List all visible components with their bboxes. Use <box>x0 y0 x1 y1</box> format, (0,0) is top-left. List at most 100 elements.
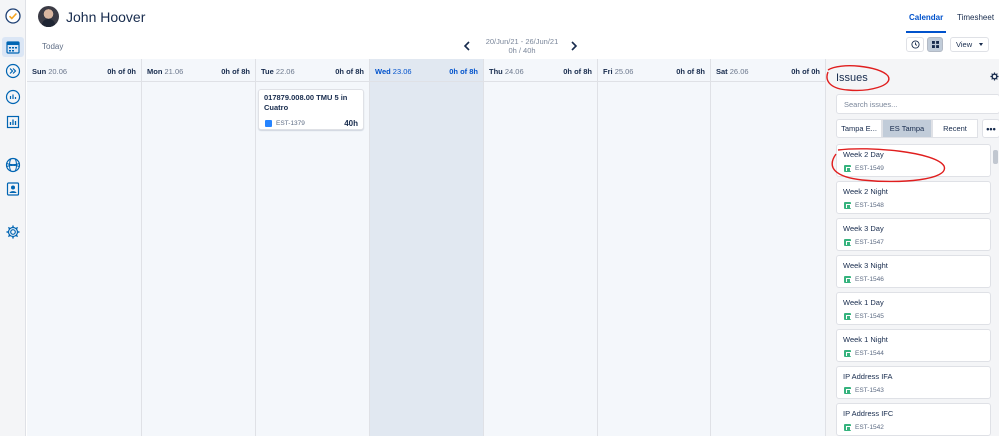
issue-key: EST-1545 <box>855 313 884 320</box>
view-dropdown-label: View <box>956 40 973 49</box>
today-button[interactable]: Today <box>42 42 63 51</box>
clock-icon <box>910 40 920 49</box>
day-name: Tue <box>261 67 274 76</box>
issue-title: IP Address IFC <box>843 409 894 418</box>
day-name: Thu <box>489 67 503 76</box>
bar-chart-icon[interactable] <box>5 114 21 130</box>
day-name: Mon <box>147 67 163 76</box>
day-column-sun[interactable]: Sun 20.06 0h of 0h <box>27 59 142 436</box>
left-rail <box>0 0 26 436</box>
day-header: Thu 24.06 0h of 8h <box>484 59 597 82</box>
date-range-hours: 0h / 40h <box>508 46 536 55</box>
day-column-fri[interactable]: Fri 25.06 0h of 8h <box>598 59 711 436</box>
worklog-issue-key: EST-1379 <box>276 120 305 127</box>
calendar-icon[interactable] <box>2 37 24 57</box>
issue-key: EST-1546 <box>855 276 884 283</box>
worklog-hours: 40h <box>344 119 358 128</box>
chevron-left-icon <box>463 41 470 51</box>
settings-gear-icon[interactable] <box>990 72 999 81</box>
filter-tab-es-tampa[interactable]: ES Tampa <box>882 119 932 138</box>
active-tab-indicator <box>906 31 946 33</box>
day-hours: 0h of 8h <box>449 67 478 76</box>
day-hours: 0h of 0h <box>107 67 136 76</box>
issue-key: EST-1544 <box>855 350 884 357</box>
chevron-down-icon <box>979 43 983 46</box>
story-icon <box>844 424 851 431</box>
forward-icon[interactable] <box>5 63 21 79</box>
filter-tab-recent[interactable]: Recent <box>932 119 978 138</box>
prev-week-button[interactable] <box>461 40 473 52</box>
day-name: Wed <box>375 67 391 76</box>
day-column-wed[interactable]: Wed 23.06 0h of 8h <box>370 59 484 436</box>
issue-title: IP Address IFA <box>843 372 893 381</box>
day-date: 25.06 <box>614 67 634 76</box>
day-header: Fri 25.06 0h of 8h <box>598 59 710 82</box>
day-column-thu[interactable]: Thu 24.06 0h of 8h <box>484 59 598 436</box>
day-hours: 0h of 0h <box>791 67 820 76</box>
issue-title: Week 1 Day <box>843 298 884 307</box>
chevron-right-icon <box>571 41 578 51</box>
user-card-icon[interactable] <box>5 181 21 197</box>
user-name: John Hoover <box>66 9 146 25</box>
story-icon <box>844 202 851 209</box>
next-week-button[interactable] <box>568 40 580 52</box>
filter-tab-tampa-e[interactable]: Tampa E... <box>836 119 882 138</box>
week-calendar: Sun 20.06 0h of 0h Mon 21.06 0h of 8h Tue … <box>27 59 825 436</box>
report-icon[interactable] <box>5 89 21 105</box>
issue-card[interactable]: Week 2 Day EST-1549 <box>836 144 991 177</box>
check-circle-icon[interactable] <box>5 8 21 24</box>
grid-icon <box>931 41 939 48</box>
grid-view-button[interactable] <box>927 37 943 52</box>
day-name: Fri <box>603 67 613 76</box>
issue-card[interactable]: IP Address IFC EST-1542 <box>836 403 991 436</box>
story-icon <box>844 313 851 320</box>
day-name: Sun <box>32 67 47 76</box>
globe-icon[interactable] <box>5 157 21 173</box>
worklog-title: 017879.008.00 TMU 5 in Cuatro <box>264 93 348 112</box>
issue-key: EST-1543 <box>855 387 884 394</box>
story-icon <box>844 276 851 283</box>
toolbar: Today 20/Jun/21 - 26/Jun/21 0h / 40h Vie… <box>26 34 999 58</box>
issue-card[interactable]: Week 1 Night EST-1544 <box>836 329 991 362</box>
day-date: 21.06 <box>164 67 184 76</box>
issues-scrollbar[interactable] <box>992 145 999 436</box>
day-date: 24.06 <box>504 67 524 76</box>
tab-timesheet[interactable]: Timesheet <box>957 13 994 22</box>
issue-card[interactable]: Week 1 Day EST-1545 <box>836 292 991 325</box>
issues-scrollbar-thumb[interactable] <box>993 150 998 164</box>
day-hours: 0h of 8h <box>563 67 592 76</box>
issue-card[interactable]: IP Address IFA EST-1543 <box>836 366 991 399</box>
issues-panel-title: Issues <box>836 72 868 84</box>
day-date: 26.06 <box>729 67 749 76</box>
worklog-card[interactable]: 017879.008.00 TMU 5 in Cuatro EST-1379 4… <box>258 89 364 130</box>
search-issues-input[interactable]: Search issues... <box>836 94 999 114</box>
date-range-dates: 20/Jun/21 - 26/Jun/21 <box>485 37 559 46</box>
avatar[interactable] <box>38 6 59 27</box>
day-header: Sun 20.06 0h of 0h <box>27 59 141 82</box>
view-dropdown[interactable]: View <box>950 37 989 52</box>
day-date: 22.06 <box>275 67 295 76</box>
day-hours: 0h of 8h <box>221 67 250 76</box>
issue-title: Week 3 Day <box>843 224 884 233</box>
issues-panel: Issues Search issues... Tampa E... ES Ta… <box>825 59 999 436</box>
story-icon <box>844 239 851 246</box>
issue-card[interactable]: Week 3 Night EST-1546 <box>836 255 991 288</box>
issue-card[interactable]: Week 3 Day EST-1547 <box>836 218 991 251</box>
gear-icon[interactable] <box>5 224 21 240</box>
day-date: 23.06 <box>392 67 412 76</box>
day-header: Mon 21.06 0h of 8h <box>142 59 255 82</box>
task-icon <box>265 120 272 127</box>
date-range: 20/Jun/21 - 26/Jun/21 0h / 40h <box>476 37 568 55</box>
day-column-sat[interactable]: Sat 26.06 0h of 0h <box>711 59 825 436</box>
issue-title: Week 1 Night <box>843 335 888 344</box>
time-view-button[interactable] <box>906 37 924 52</box>
story-icon <box>844 350 851 357</box>
issue-key: EST-1542 <box>855 424 884 431</box>
day-hours: 0h of 8h <box>335 67 364 76</box>
issue-key: EST-1549 <box>855 165 884 172</box>
issue-card[interactable]: Week 2 Night EST-1548 <box>836 181 991 214</box>
more-filters-button[interactable]: ••• <box>982 119 999 138</box>
issue-key: EST-1547 <box>855 239 884 246</box>
tab-calendar[interactable]: Calendar <box>909 13 943 22</box>
day-column-mon[interactable]: Mon 21.06 0h of 8h <box>142 59 256 436</box>
